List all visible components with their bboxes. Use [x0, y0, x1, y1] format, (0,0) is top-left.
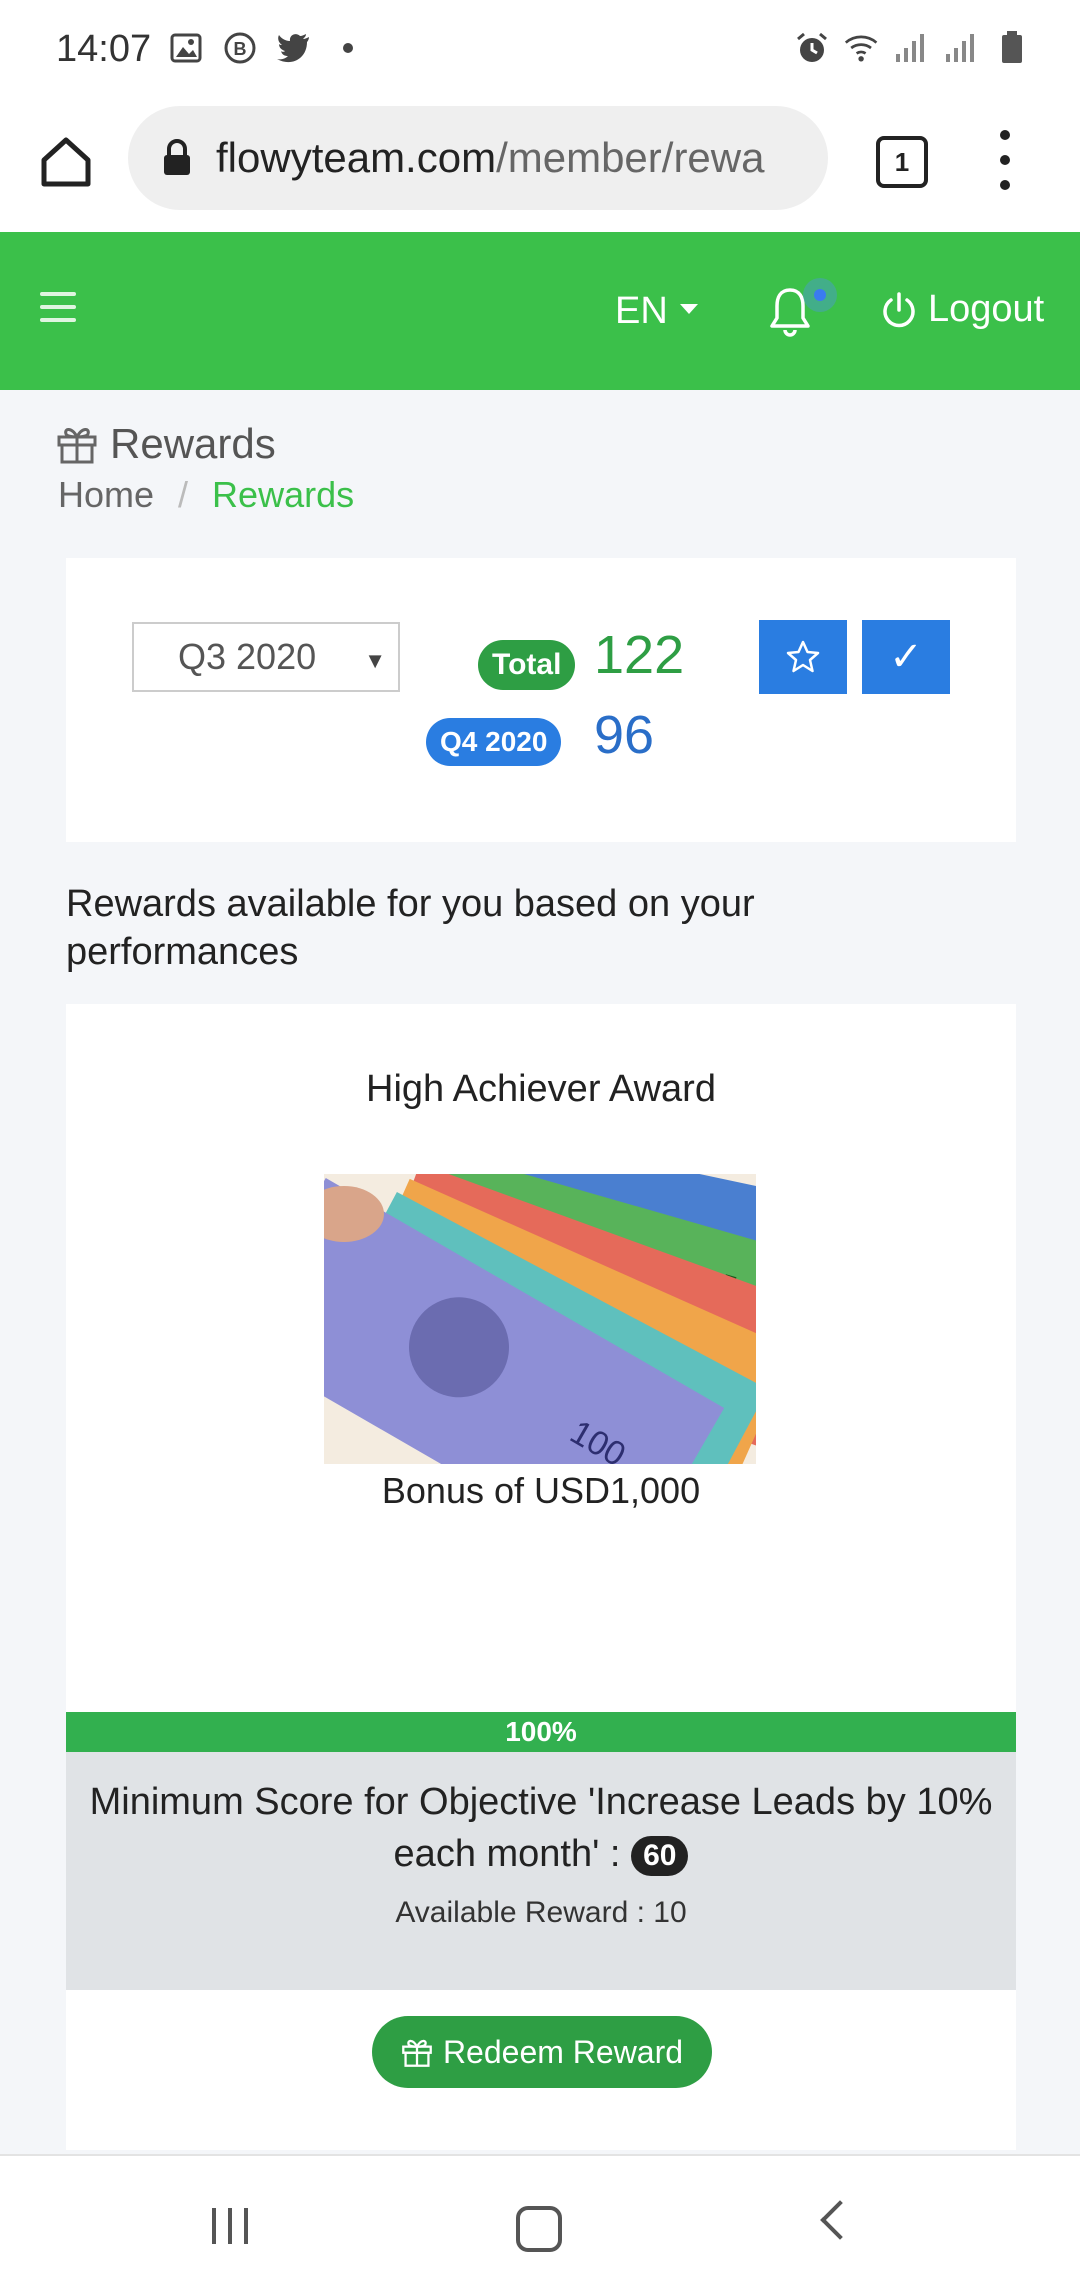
- banknotes-image: 1 5 10 20 50 100: [324, 1174, 756, 1464]
- rewards-intro-text: Rewards available for you based on your …: [66, 883, 755, 973]
- quarter-score: 96: [594, 705, 655, 765]
- objective-score-badge: 60: [631, 1835, 689, 1876]
- logout-button[interactable]: Logout: [880, 288, 1044, 331]
- quarter-select-value: Q3 2020: [178, 636, 317, 677]
- favorite-button[interactable]: [759, 620, 847, 694]
- language-dropdown[interactable]: EN: [615, 290, 698, 333]
- b-icon: B: [222, 30, 258, 66]
- breadcrumb-home[interactable]: Home: [58, 474, 154, 516]
- status-time: 14:07: [56, 28, 152, 70]
- home-icon: [41, 137, 91, 187]
- tab-count: 1: [894, 146, 910, 177]
- breadcrumb-current: Rewards: [212, 474, 355, 515]
- star-icon: [786, 640, 820, 673]
- tab-switcher-button[interactable]: 1: [876, 136, 928, 188]
- total-score: 122: [594, 625, 685, 685]
- gift-icon: [57, 428, 97, 464]
- select-arrow-icon: ▼: [364, 648, 386, 673]
- power-icon: [883, 291, 915, 327]
- score-summary-card: Q3 2020 ▼ Total 122 Q4 2020 96 ✓: [66, 558, 1016, 842]
- quarter-badge: Q4 2020: [426, 718, 562, 766]
- signal-icon: [944, 30, 980, 66]
- gift-icon: [402, 2039, 432, 2067]
- breadcrumb-separator: /: [178, 474, 189, 515]
- url-domain: flowyteam.com: [216, 134, 497, 181]
- svg-text:B: B: [234, 39, 247, 59]
- reward-card: High Achiever Award 1 5 10 20 50: [66, 1004, 1016, 2150]
- browser-menu-icon[interactable]: [990, 130, 1020, 190]
- signal-icon: [894, 30, 930, 66]
- logout-label: Logout: [928, 288, 1045, 330]
- url-text: flowyteam.com/member/rewa: [216, 134, 764, 182]
- home-nav-icon[interactable]: [516, 2206, 562, 2252]
- back-icon[interactable]: [820, 2200, 860, 2240]
- objective-panel: Minimum Score for Objective 'Increase Le…: [66, 1752, 1016, 1990]
- confirm-button[interactable]: ✓: [862, 620, 950, 694]
- redeem-reward-button[interactable]: Redeem Reward: [372, 2016, 712, 2088]
- browser-toolbar: flowyteam.com/member/rewa 1: [0, 100, 1080, 232]
- address-bar[interactable]: flowyteam.com/member/rewa: [128, 106, 828, 210]
- battery-icon: [994, 30, 1030, 66]
- url-path: /member/rewa: [496, 134, 765, 181]
- page-title: Rewards: [110, 420, 276, 467]
- page-header: Rewards: [56, 420, 276, 468]
- system-nav-bar: [0, 2154, 1080, 2282]
- browser-home-button[interactable]: [34, 130, 98, 194]
- check-icon: ✓: [889, 635, 923, 679]
- app-navbar: EN Logout: [0, 232, 1080, 390]
- lock-icon: [164, 139, 190, 175]
- dot-icon: [330, 30, 366, 66]
- wifi-icon: [844, 30, 880, 66]
- progress-label: 100%: [505, 1716, 577, 1747]
- reward-title: High Achiever Award: [366, 1068, 716, 1110]
- notification-icons: B: [168, 30, 366, 66]
- progress-fill: 100%: [66, 1712, 1016, 1752]
- objective-description: Minimum Score for Objective 'Increase Le…: [89, 1781, 993, 1875]
- language-label: EN: [615, 290, 668, 332]
- objective-text: Minimum Score for Objective 'Increase Le…: [86, 1776, 996, 1880]
- reward-bonus: Bonus of USD1,000: [381, 1470, 701, 1511]
- twitter-icon: [276, 30, 312, 66]
- recents-icon[interactable]: [212, 2208, 248, 2244]
- status-bar: 14:07 B: [0, 0, 1080, 100]
- notification-indicator: [803, 278, 837, 312]
- progress-bar: 100%: [66, 1712, 1016, 1752]
- caret-down-icon: [679, 303, 698, 314]
- hamburger-menu-icon[interactable]: [40, 292, 76, 322]
- total-badge: Total: [478, 640, 576, 690]
- image-icon: [168, 30, 204, 66]
- reward-image: 1 5 10 20 50 100: [324, 1174, 756, 1464]
- available-reward: Available Reward : 10: [395, 1896, 687, 1929]
- breadcrumb: Home / Rewards: [58, 474, 354, 516]
- quarter-select[interactable]: Q3 2020 ▼: [132, 622, 400, 692]
- system-icons: [794, 30, 1030, 66]
- alarm-icon: [794, 30, 830, 66]
- redeem-label: Redeem Reward: [442, 2033, 684, 2070]
